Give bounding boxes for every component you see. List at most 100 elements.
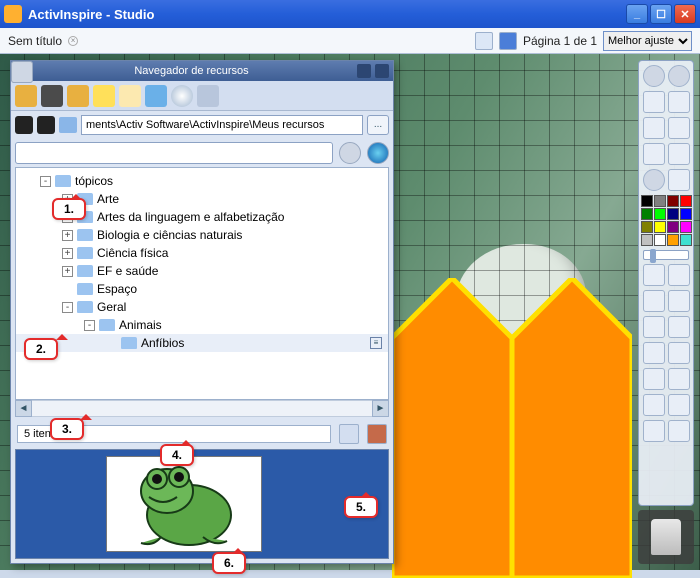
resource-thumbnails[interactable] (15, 449, 389, 559)
color-swatch[interactable] (641, 208, 653, 220)
list-view-icon[interactable] (11, 61, 33, 83)
tree-node[interactable]: +Ciência física (16, 244, 388, 262)
tree-node[interactable]: +Biologia e ciências naturais (16, 226, 388, 244)
shape-tool[interactable] (643, 342, 665, 364)
copy-icon[interactable] (339, 424, 359, 444)
page-icon[interactable] (643, 91, 665, 113)
expand-toggle[interactable]: + (62, 248, 73, 259)
browse-button[interactable]: ... (367, 115, 389, 135)
tree-node[interactable]: -Geral (16, 298, 388, 316)
list-icon[interactable]: ≡ (370, 337, 382, 349)
panel-titlebar[interactable]: i Navegador de recursos (11, 61, 393, 81)
expand-toggle[interactable]: + (62, 266, 73, 277)
note-icon[interactable] (93, 85, 115, 107)
zoom-select[interactable]: Melhor ajuste (603, 31, 692, 51)
color-palette[interactable] (641, 195, 692, 246)
scroll-right-button[interactable]: ► (372, 400, 389, 417)
minimize-button[interactable]: _ (626, 4, 648, 24)
play-icon[interactable] (643, 169, 665, 191)
color-swatch[interactable] (641, 234, 653, 246)
undo-icon[interactable] (643, 117, 665, 139)
resource-path-input[interactable] (81, 115, 363, 135)
folder-icon[interactable] (59, 117, 77, 133)
width-slider[interactable] (643, 250, 689, 260)
stamp-icon[interactable] (367, 424, 387, 444)
resource-browser-panel: i Navegador de recursos ... (10, 60, 394, 564)
color-swatch[interactable] (654, 195, 666, 207)
fill-tool[interactable] (668, 316, 690, 338)
tab-close-button[interactable]: × (68, 36, 78, 46)
globe-icon[interactable] (367, 142, 389, 164)
color-swatch[interactable] (667, 195, 679, 207)
play-icon[interactable] (339, 142, 361, 164)
next-icon[interactable] (668, 143, 690, 165)
view-icon[interactable] (475, 32, 493, 50)
color-swatch[interactable] (680, 234, 692, 246)
layers-icon[interactable] (668, 91, 690, 113)
document-title: Sem título (8, 34, 62, 48)
connector-tool[interactable] (668, 342, 690, 364)
folder-icon (77, 229, 93, 241)
prev-icon[interactable] (643, 143, 665, 165)
color-swatch[interactable] (680, 195, 692, 207)
bucket-icon[interactable] (145, 85, 167, 107)
people-icon[interactable] (15, 116, 33, 134)
tree-node[interactable]: Espaço (16, 280, 388, 298)
color-swatch[interactable] (654, 234, 666, 246)
panel-close-button[interactable] (375, 64, 389, 78)
scroll-left-button[interactable]: ◄ (15, 400, 32, 417)
expand-toggle[interactable]: - (40, 176, 51, 187)
color-swatch[interactable] (654, 221, 666, 233)
expand-toggle[interactable]: - (62, 302, 73, 313)
pen-tool[interactable] (643, 290, 665, 312)
window-title: ActivInspire - Studio (28, 7, 626, 22)
color-swatch[interactable] (667, 208, 679, 220)
tree-node[interactable]: -Animais (16, 316, 388, 334)
page-icon[interactable] (119, 85, 141, 107)
thumbnail-frog[interactable] (106, 456, 262, 552)
tree-label: Anfíbios (141, 336, 184, 350)
color-swatch[interactable] (680, 221, 692, 233)
reset-tool[interactable] (668, 394, 690, 416)
color-swatch[interactable] (680, 208, 692, 220)
clapper-icon[interactable] (41, 85, 63, 107)
link-icon[interactable] (197, 85, 219, 107)
select-tool[interactable] (643, 264, 665, 286)
folder-icon (55, 175, 71, 187)
color-swatch[interactable] (654, 208, 666, 220)
color-swatch[interactable] (641, 195, 653, 207)
camera-tool[interactable] (643, 420, 665, 442)
highlighter-tool[interactable] (668, 290, 690, 312)
maximize-button[interactable]: ☐ (650, 4, 672, 24)
search-input[interactable] (15, 142, 333, 164)
toolbox-pin-icon[interactable] (668, 65, 690, 87)
tree-node[interactable]: +EF e saúde (16, 262, 388, 280)
eraser-tool[interactable] (643, 316, 665, 338)
color-swatch[interactable] (667, 221, 679, 233)
callout-1: 1. (52, 198, 86, 220)
snowflake-icon[interactable] (499, 32, 517, 50)
tree-node[interactable]: Anfíbios ≡ (16, 334, 388, 352)
person-icon[interactable] (37, 116, 55, 134)
panel-pin-button[interactable] (357, 64, 371, 78)
close-button[interactable]: ✕ (674, 4, 696, 24)
folder-icon[interactable] (67, 85, 89, 107)
tree-label: Artes da linguagem e alfabetização (97, 210, 284, 224)
toolbox-menu-icon[interactable] (643, 65, 665, 87)
clear-tool[interactable] (643, 394, 665, 416)
more-tool[interactable] (668, 420, 690, 442)
disc-icon[interactable] (171, 85, 193, 107)
tree-hscrollbar[interactable]: ◄ ► (15, 400, 389, 417)
color-swatch[interactable] (667, 234, 679, 246)
text-tool[interactable] (643, 368, 665, 390)
expand-toggle[interactable]: - (84, 320, 95, 331)
math-tool[interactable] (668, 368, 690, 390)
trash-dock[interactable] (638, 510, 694, 564)
tools-icon[interactable] (668, 169, 690, 191)
expand-toggle[interactable]: + (62, 230, 73, 241)
redo-icon[interactable] (668, 117, 690, 139)
app-icon (4, 5, 22, 23)
color-swatch[interactable] (641, 221, 653, 233)
move-tool[interactable] (668, 264, 690, 286)
folder-icon[interactable] (15, 85, 37, 107)
